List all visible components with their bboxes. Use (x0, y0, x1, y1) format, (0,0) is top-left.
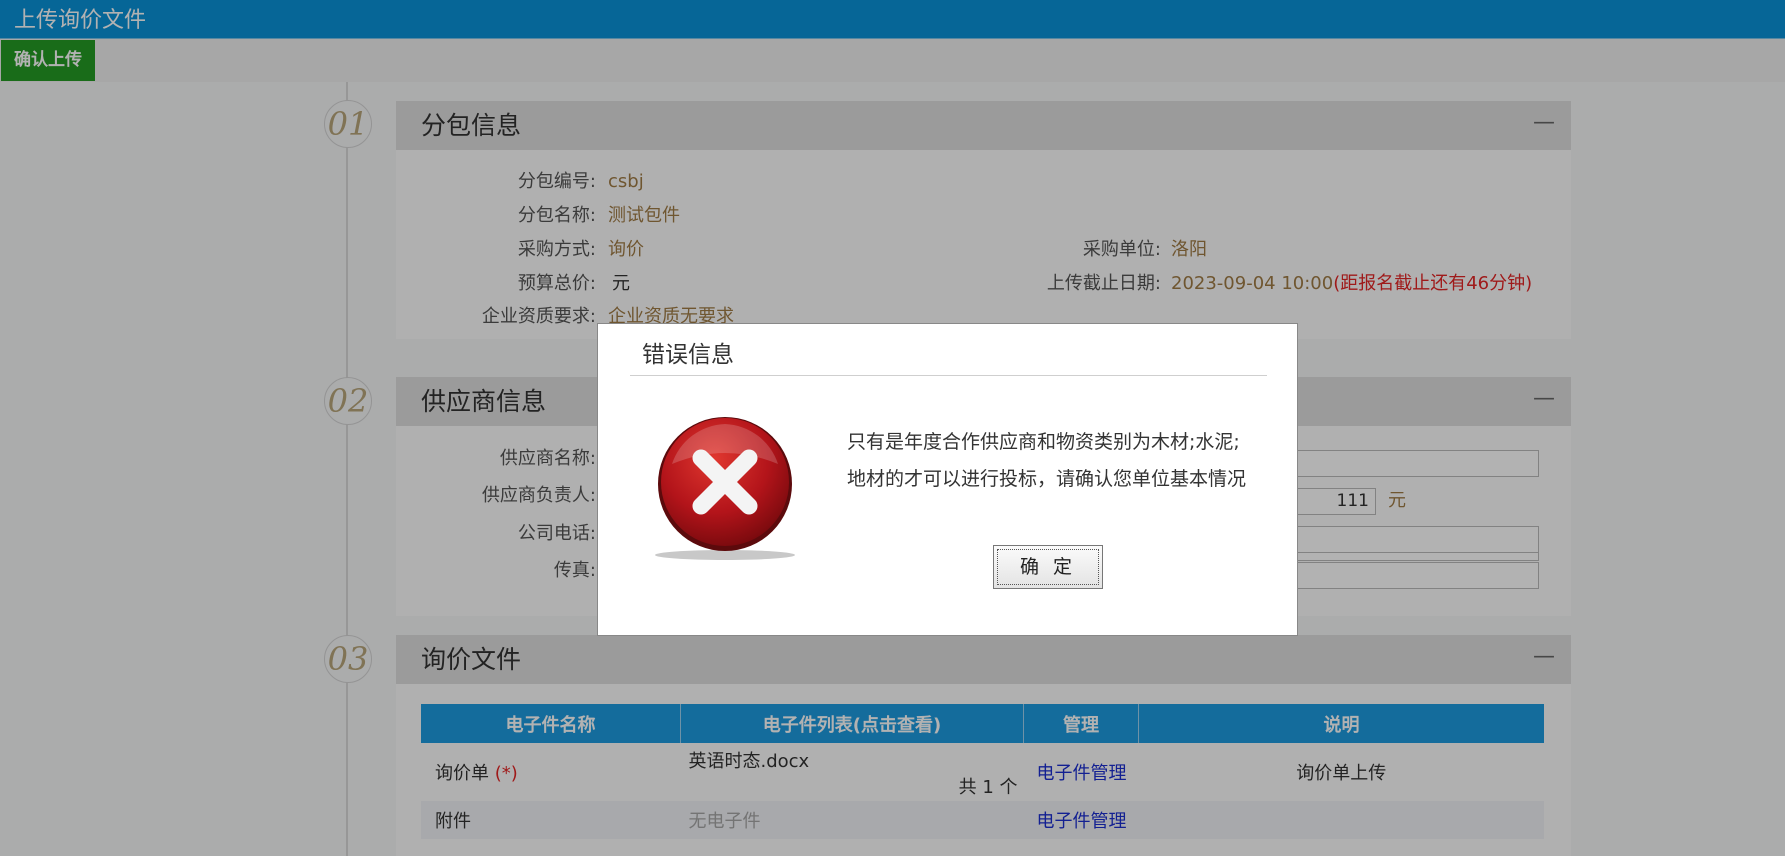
error-message-line: 地材的才可以进行投标，请确认您单位基本情况 (847, 468, 1247, 490)
error-message: 只有是年度合作供应商和物资类别为木材;水泥; 地材的才可以进行投标，请确认您单位… (847, 424, 1267, 498)
error-dialog: 错误信息 只有是年度合作供应商和物资类别为木材;水泥; 地材的才可以进行投标，请… (597, 323, 1298, 636)
error-message-line: 只有是年度合作供应商和物资类别为木材;水泥; (847, 431, 1240, 453)
ok-button[interactable]: 确 定 (993, 545, 1103, 589)
dialog-title: 错误信息 (630, 334, 1267, 376)
error-x-icon (655, 417, 795, 560)
